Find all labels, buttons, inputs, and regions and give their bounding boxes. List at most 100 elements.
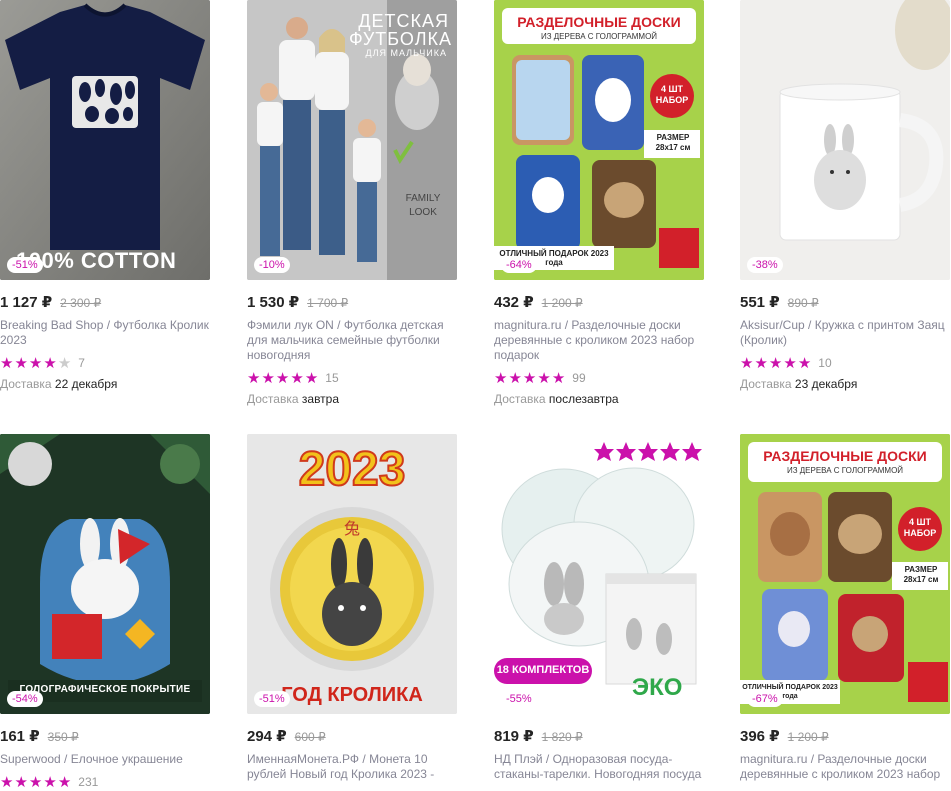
price: 396 ₽: [740, 728, 780, 745]
year-title: 2023: [298, 442, 407, 497]
delivery-label: Доставка: [740, 377, 792, 391]
eco-label: ЭКО: [632, 674, 683, 701]
review-count: 231: [78, 775, 99, 789]
delivery-label: Доставка: [0, 377, 52, 391]
image-title: РАЗДЕЛОЧНЫЕ ДОСКИ: [763, 448, 927, 464]
old-price: 350 ₽: [47, 730, 79, 744]
image-subtitle: ИЗ ДЕРЕВА С ГОЛОГРАММОЙ: [540, 32, 658, 41]
star-icon: ★: [551, 369, 566, 387]
delivery-info: Доставка завтра: [247, 392, 457, 406]
svg-text:兔: 兔: [344, 519, 360, 538]
price: 432 ₽: [494, 294, 534, 311]
star-icon: ★: [494, 369, 508, 387]
family-look-label: FAMILY LOOK: [405, 193, 441, 218]
product-card[interactable]: ДЕТСКАЯ ФУТБОЛКА ДЛЯ МАЛЬЧИКА FAMILY LOO…: [247, 0, 457, 406]
star-icon: ★: [28, 354, 43, 372]
brand: Breaking Bad Shop: [0, 318, 104, 332]
product-card[interactable]: РАЗДЕЛОЧНЫЕ ДОСКИ ИЗ ДЕРЕВА С ГОЛОГРАММО…: [494, 0, 704, 406]
star-icon: ★: [508, 369, 522, 387]
review-count: 15: [325, 371, 339, 385]
delivery-info: Доставка послезавтра: [494, 392, 704, 406]
product-image[interactable]: 18 КОМПЛЕКТОВ ЭКО -55%: [494, 434, 704, 714]
review-count: 99: [572, 371, 586, 385]
price: 1 127 ₽: [0, 294, 53, 311]
product-title[interactable]: Aksisur/Cup / Кружка с принтом Заяц (Кро…: [740, 318, 950, 348]
sets-label: 18 КОМПЛЕКТОВ: [496, 664, 590, 676]
price: 819 ₽: [494, 728, 534, 745]
product-name: Елочное украшение: [70, 752, 183, 766]
discount-badge: -51%: [254, 691, 290, 707]
star-icon: ★: [754, 354, 768, 372]
old-price: 1 200 ₽: [541, 296, 583, 310]
tshirt-image: [0, 0, 210, 280]
star-icon: ★: [14, 354, 28, 372]
star-icon: ★: [247, 369, 261, 387]
brand: magnitura.ru: [494, 318, 562, 332]
review-count: 10: [818, 356, 832, 370]
brand: НД Плэй: [494, 752, 543, 766]
size-label: РАЗМЕР 28x17 см: [903, 565, 939, 584]
size-label: РАЗМЕР 28x17 см: [655, 133, 691, 152]
price: 1 530 ₽: [247, 294, 300, 311]
rating: ★ ★ ★ ★ ★ 15: [247, 370, 457, 386]
product-card[interactable]: РАЗДЕЛОЧНЫЕ ДОСКИ ИЗ ДЕРЕВА С ГОЛОГРАММО…: [740, 434, 950, 782]
image-title: РАЗДЕЛОЧНЫЕ ДОСКИ: [517, 14, 681, 30]
brand: Aksisur/Cup: [740, 318, 805, 332]
star-icon: ★: [14, 773, 28, 791]
star-icon: ★: [797, 354, 812, 372]
product-image[interactable]: ГОЛОГРАФИЧЕСКОЕ ПОКРЫТИЕ -54%: [0, 434, 210, 714]
discount-badge: -54%: [7, 691, 43, 707]
old-price: 890 ₽: [787, 296, 819, 310]
product-image[interactable]: 100% COTTON -51%: [0, 0, 210, 280]
image-title: ДЕТСКАЯ ФУТБОЛКА: [349, 11, 453, 49]
product-image[interactable]: 兔 2023 ГОД КРОЛИКА -51%: [247, 434, 457, 714]
set-badge: 4 ШТ НАБОР: [903, 517, 937, 538]
star-icon: ★: [57, 773, 72, 791]
star-icon: ★: [290, 369, 304, 387]
rating: ★ ★ ★ ★ ★ 231: [0, 774, 210, 790]
old-price: 1 820 ₽: [541, 730, 583, 744]
discount-badge: -10%: [254, 257, 290, 273]
delivery-date: 22 декабря: [54, 377, 118, 391]
price: 294 ₽: [247, 728, 287, 745]
product-image[interactable]: -38%: [740, 0, 950, 280]
product-title[interactable]: Фэмили лук ON / Футболка детская для мал…: [247, 318, 457, 363]
image-subtitle: ИЗ ДЕРЕВА С ГОЛОГРАММОЙ: [786, 466, 904, 475]
product-card[interactable]: 18 КОМПЛЕКТОВ ЭКО -55% 819 ₽ 1 820 ₽ НД …: [494, 434, 704, 782]
discount-badge: -55%: [501, 691, 537, 707]
product-title[interactable]: ИменнаяМонета.РФ / Монета 10 рублей Новы…: [247, 752, 457, 782]
product-card[interactable]: ГОЛОГРАФИЧЕСКОЕ ПОКРЫТИЕ -54% 161 ₽ 350 …: [0, 434, 210, 790]
delivery-info: Доставка 22 декабря: [0, 377, 210, 391]
old-price: 2 300 ₽: [60, 296, 102, 310]
star-icon: ★: [522, 369, 537, 387]
product-title[interactable]: magnitura.ru / Разделочные доски деревян…: [494, 318, 704, 363]
star-icon: ★: [740, 354, 754, 372]
product-card[interactable]: 100% COTTON -51% 1 127 ₽ 2 300 ₽ Breakin…: [0, 0, 210, 391]
product-image[interactable]: РАЗДЕЛОЧНЫЕ ДОСКИ ИЗ ДЕРЕВА С ГОЛОГРАММО…: [494, 0, 704, 280]
product-card[interactable]: 兔 2023 ГОД КРОЛИКА -51% 294 ₽ 600 ₽ Имен…: [247, 434, 457, 782]
product-title[interactable]: НД Плэй / Одноразовая посуда-стаканы-тар…: [494, 752, 704, 782]
star-icon: ★: [304, 369, 319, 387]
delivery-date: послезавтра: [548, 392, 619, 406]
delivery-date: завтра: [301, 392, 340, 406]
old-price: 1 700 ₽: [307, 296, 349, 310]
star-icon: ★: [43, 354, 57, 372]
old-price: 1 200 ₽: [787, 730, 829, 744]
brand: ИменнаяМонета.РФ: [247, 752, 360, 766]
star-icon: ★: [275, 369, 290, 387]
rating: ★ ★ ★ ★ ★ 99: [494, 370, 704, 386]
star-icon: ★: [43, 773, 57, 791]
star-icon: ★: [783, 354, 797, 372]
rating: ★ ★ ★ ★ ★ 7: [0, 355, 210, 371]
product-image[interactable]: ДЕТСКАЯ ФУТБОЛКА ДЛЯ МАЛЬЧИКА FAMILY LOO…: [247, 0, 457, 280]
set-badge: 4 ШТ НАБОР: [655, 84, 689, 105]
product-title[interactable]: Superwood / Елочное украшение: [0, 752, 210, 767]
star-icon: ★: [768, 354, 783, 372]
star-icon: ★: [537, 369, 551, 387]
product-title[interactable]: Breaking Bad Shop / Футболка Кролик 2023: [0, 318, 210, 348]
delivery-date: 23 декабря: [794, 377, 858, 391]
product-image[interactable]: РАЗДЕЛОЧНЫЕ ДОСКИ ИЗ ДЕРЕВА С ГОЛОГРАММО…: [740, 434, 950, 714]
product-title[interactable]: magnitura.ru / Разделочные доски деревян…: [740, 752, 950, 782]
delivery-label: Доставка: [247, 392, 299, 406]
product-card[interactable]: -38% 551 ₽ 890 ₽ Aksisur/Cup / Кружка с …: [740, 0, 950, 391]
